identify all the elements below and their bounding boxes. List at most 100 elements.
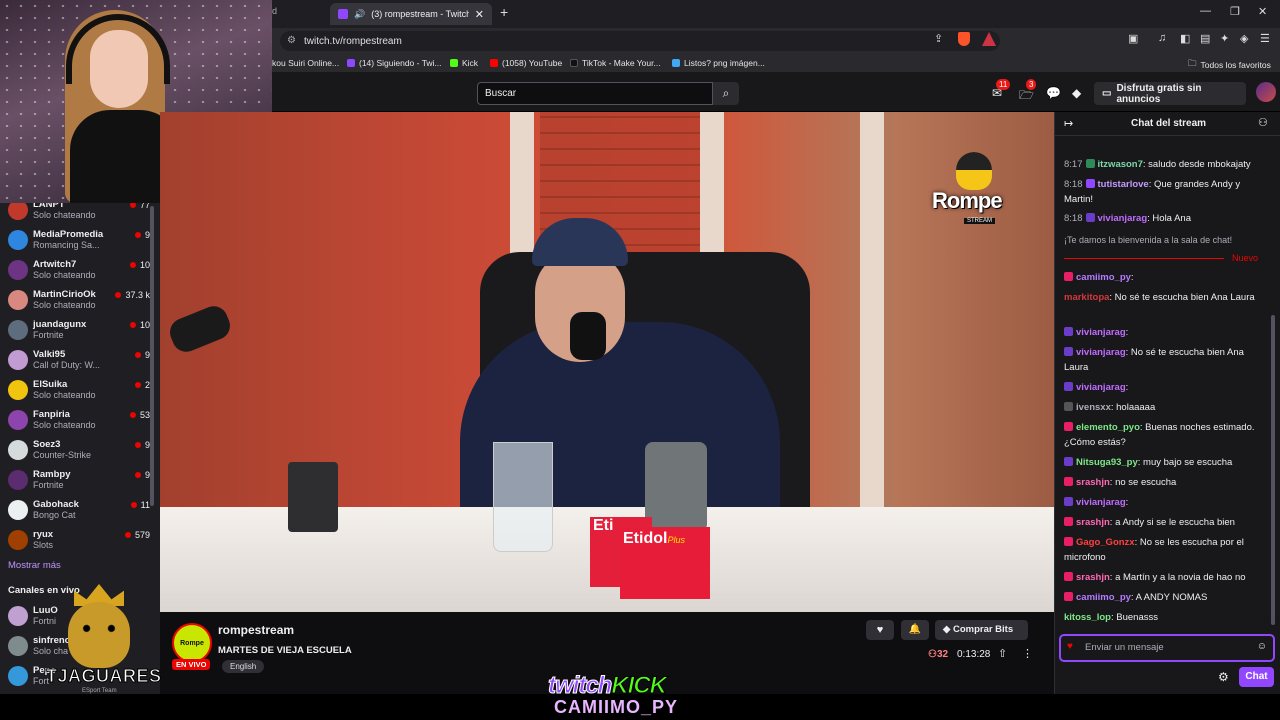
bookmark-item[interactable]: Listos? png imágen... bbox=[672, 58, 765, 68]
chat-message[interactable]: kitoss_lop: Buenasss bbox=[1064, 611, 1270, 626]
more-options-icon[interactable]: ⋮ bbox=[1022, 647, 1033, 660]
ai-icon[interactable]: ✦ bbox=[1220, 32, 1229, 45]
chat-username: itzwason7 bbox=[1097, 159, 1143, 170]
chat-message[interactable]: Nitsuga93_py: muy bajo se escucha bbox=[1064, 456, 1270, 471]
speaker-icon[interactable]: 🔊 bbox=[354, 9, 365, 20]
url-field[interactable]: ⚙ twitch.tv/rompestream bbox=[280, 31, 1000, 51]
chat-message[interactable]: Gago_Gonzx: No se les escucha por el mic… bbox=[1064, 536, 1270, 565]
chat-username: vivianjarag bbox=[1097, 213, 1148, 224]
sidebar-channel-item[interactable]: Gabohack Bongo Cat 11 bbox=[8, 498, 158, 528]
chat-message[interactable]: srashjn: no se escucha bbox=[1064, 476, 1270, 491]
sidebar-channel-item[interactable]: Valki95 Call of Duty: W... 9 bbox=[8, 348, 158, 378]
vpn-icon[interactable]: ◈ bbox=[1240, 32, 1248, 45]
bookmark-item[interactable]: (1058) YouTube bbox=[490, 58, 562, 68]
active-tab[interactable]: 🔊 (3) rompestream - Twitch ✕ bbox=[330, 3, 492, 25]
music-icon[interactable]: ♫ bbox=[1158, 32, 1166, 44]
chat-message[interactable]: srashjn: a Martín y a la novia de hao no bbox=[1064, 571, 1270, 586]
chat-message[interactable]: 8:18 tutistarlove: Que grandes Andy y Mar… bbox=[1064, 178, 1270, 207]
sidebar-channel-item[interactable]: ryux Slots 579 bbox=[8, 528, 158, 558]
notifications-button[interactable]: 🔔 bbox=[901, 620, 929, 640]
sidebar-toggle-icon[interactable]: ▣ bbox=[1128, 32, 1138, 45]
channel-name[interactable]: rompestream bbox=[218, 623, 294, 637]
turbo-button[interactable]: ▭ Disfruta gratis sin anuncios bbox=[1094, 82, 1246, 105]
collapse-chat-icon[interactable]: ↦ bbox=[1064, 117, 1073, 130]
brave-shield-icon[interactable] bbox=[958, 32, 970, 46]
chat-message[interactable]: elemento_pyo: Buenas noches estimado. ¿C… bbox=[1064, 421, 1270, 450]
chat-scrollbar[interactable] bbox=[1271, 315, 1275, 625]
bookmark-item[interactable]: TikTok - Make Your... bbox=[570, 58, 661, 68]
chat-username: srashjn bbox=[1076, 572, 1110, 583]
site-settings-icon[interactable]: ⚙ bbox=[287, 35, 296, 46]
chat-badge-icon bbox=[1064, 402, 1073, 411]
sidebar-channel-item[interactable]: ElSuika Solo chateando 2 bbox=[8, 378, 158, 408]
tab-title: (3) rompestream - Twitch bbox=[371, 9, 469, 19]
language-tag[interactable]: English bbox=[222, 660, 265, 673]
sidebar-channel-item[interactable]: Fanpiria Solo chateando 53 bbox=[8, 408, 158, 438]
channel-avatar[interactable]: Rompe bbox=[172, 623, 212, 663]
close-tab-icon[interactable]: ✕ bbox=[475, 8, 484, 21]
message-text: : Buenasss bbox=[1111, 612, 1158, 623]
chat-message[interactable]: ivensxx: holaaaaa bbox=[1064, 401, 1270, 416]
viewer-count: 2 bbox=[135, 380, 150, 390]
bookmark-item[interactable]: kou Suiri Online... bbox=[272, 58, 339, 68]
menu-icon[interactable]: ☰ bbox=[1260, 32, 1270, 45]
chat-message[interactable]: markitopa: No sé te escucha bien Ana Lau… bbox=[1064, 291, 1270, 306]
sidebar-channel-item[interactable]: Rambpy Fortnite 9 bbox=[8, 468, 158, 498]
chat-username: ivensxx bbox=[1076, 402, 1111, 413]
emote-picker-icon[interactable]: ☺ bbox=[1257, 641, 1267, 652]
share-icon[interactable]: ⇧ bbox=[998, 647, 1007, 660]
channel-avatar bbox=[8, 500, 28, 520]
chat-message[interactable]: 8:17 itzwason7: saludo desde mbokajaty bbox=[1064, 158, 1270, 173]
prime-crown-icon[interactable]: ◆ bbox=[1072, 86, 1081, 100]
video-player[interactable]: Eti EtidolPlus Rompe STREAM bbox=[160, 112, 1054, 612]
chat-badge-icon bbox=[1064, 477, 1073, 486]
sidebar-channel-item[interactable]: juandagunx Fortnite 10 bbox=[8, 318, 158, 348]
all-bookmarks[interactable]: 🗀 Todos los favoritos bbox=[1188, 58, 1271, 72]
previous-tab-label[interactable]: d bbox=[272, 6, 277, 16]
chat-message[interactable]: vivianjarag: bbox=[1064, 326, 1270, 341]
restore-icon[interactable]: ❐ bbox=[1230, 5, 1240, 18]
sidebar-channel-item[interactable]: MartinCirioOk Solo chateando 37.3 k bbox=[8, 288, 158, 318]
search-input[interactable]: Buscar bbox=[477, 82, 713, 105]
twitch-logo: twitch bbox=[547, 672, 612, 700]
get-bits-button[interactable]: ◆ Comprar Bits bbox=[935, 620, 1028, 640]
bookmark-item[interactable]: (14) Siguiendo - Twi... bbox=[347, 58, 442, 68]
chat-input[interactable]: ♥ Enviar un mensaje ☺ bbox=[1059, 634, 1275, 662]
new-tab-button[interactable]: + bbox=[500, 4, 508, 20]
sidebar-channel-item[interactable]: MediaPromedia Romancing Sa... 9 bbox=[8, 228, 158, 258]
chat-username: kitoss_lop bbox=[1064, 612, 1111, 623]
channel-avatar bbox=[8, 530, 28, 550]
bookmark-item[interactable]: Kick bbox=[450, 58, 478, 68]
chat-username: vivianjarag bbox=[1076, 497, 1126, 508]
chat-message[interactable]: camiimo_py: A ANDY NOMAS bbox=[1064, 591, 1270, 606]
user-avatar[interactable] bbox=[1256, 82, 1276, 102]
channel-game: Bongo Cat bbox=[33, 510, 76, 520]
message-text: : no se escucha bbox=[1109, 477, 1177, 488]
viewer-icon: ⚇ bbox=[928, 649, 937, 660]
share-page-icon[interactable]: ⇪ bbox=[934, 32, 943, 45]
close-window-icon[interactable]: ✕ bbox=[1258, 5, 1267, 18]
sidebar-channel-item[interactable]: Soez3 Counter-Strike 9 bbox=[8, 438, 158, 468]
follow-button[interactable]: ♥ bbox=[866, 620, 894, 640]
send-chat-button[interactable]: Chat bbox=[1239, 667, 1274, 687]
chat-message[interactable]: vivianjarag: bbox=[1064, 496, 1270, 511]
community-icon[interactable]: ⚇ bbox=[1258, 116, 1268, 129]
chat-message[interactable]: vivianjarag: bbox=[1064, 381, 1270, 396]
message-time: 8:18 bbox=[1064, 179, 1083, 190]
chat-message[interactable]: vivianjarag: No sé te escucha bien Ana L… bbox=[1064, 346, 1270, 375]
podcast-mic-icon bbox=[570, 312, 606, 360]
minimize-icon[interactable]: — bbox=[1200, 5, 1211, 17]
chat-message[interactable]: camiimo_py: bbox=[1064, 271, 1270, 286]
search-button[interactable]: ⌕ bbox=[713, 82, 739, 105]
whispers-icon[interactable]: 💬 bbox=[1046, 86, 1061, 100]
chat-message[interactable]: srashjn: a Andy si se le escucha bien bbox=[1064, 516, 1270, 531]
show-more-link[interactable]: Mostrar más bbox=[8, 560, 61, 571]
wallet-icon[interactable]: ▤ bbox=[1200, 32, 1210, 45]
reader-icon[interactable]: ◧ bbox=[1180, 32, 1190, 45]
sidebar-scrollbar[interactable] bbox=[150, 206, 154, 506]
message-text: : bbox=[1125, 497, 1129, 508]
sidebar-channel-item[interactable]: Artwitch7 Solo chateando 10 bbox=[8, 258, 158, 288]
chat-message[interactable]: 8:18 vivianjarag: Hola Ana bbox=[1064, 212, 1270, 227]
chat-settings-icon[interactable]: ⚙ bbox=[1218, 670, 1229, 684]
folder-icon: 🗀 bbox=[1188, 58, 1197, 68]
